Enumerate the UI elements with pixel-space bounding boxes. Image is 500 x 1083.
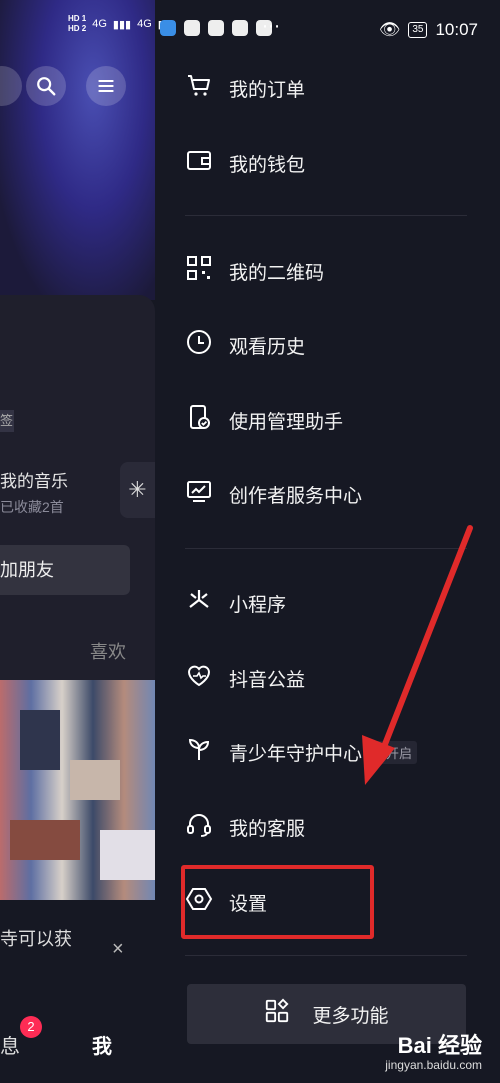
- heart-charity-icon: [185, 661, 213, 695]
- menu-item-customer-service[interactable]: 我的客服: [185, 802, 305, 852]
- status-right: 👁 35 10:07: [379, 20, 478, 40]
- phone-manager-icon: [185, 403, 213, 437]
- tab-messages[interactable]: 息: [0, 1030, 20, 1059]
- background-profile-page: 签 我的音乐 已收藏2首 ✳ 加朋友 喜欢 寺可以获 × 息 2 我: [0, 0, 155, 1083]
- more-notifications-icon: ⋯: [262, 16, 280, 36]
- menu-item-label: 我的订单: [229, 79, 306, 101]
- search-icon[interactable]: [26, 66, 66, 106]
- eye-icon: 👁: [378, 20, 401, 39]
- cart-icon: [185, 71, 213, 105]
- blurred-video-thumbnail[interactable]: [0, 680, 155, 900]
- app-icon: [184, 20, 200, 36]
- menu-item-label: 小程序: [229, 594, 287, 616]
- network2-label: 4G: [137, 18, 152, 30]
- menu-item-label: 我的客服: [229, 818, 306, 840]
- chat-app-icon: [208, 20, 224, 36]
- grid-icon: [264, 998, 290, 1030]
- signal-icon: ▮▮▮: [112, 18, 132, 31]
- menu-item-orders[interactable]: 我的订单: [185, 63, 305, 113]
- menu-icon[interactable]: [86, 66, 126, 106]
- menu-item-usage-manager[interactable]: 使用管理助手: [185, 395, 343, 445]
- tag-fragment: 签: [0, 410, 14, 432]
- headset-icon: [185, 810, 213, 844]
- miniprogram-icon: [185, 586, 213, 620]
- clock-icon: [185, 328, 213, 362]
- menu-item-charity[interactable]: 抖音公益: [185, 653, 305, 703]
- message-badge: 2: [20, 1016, 42, 1038]
- notification-icons: [160, 20, 272, 36]
- hint-fragment: 寺可以获: [0, 929, 72, 949]
- more-features-label: 更多功能: [312, 1005, 389, 1027]
- add-friend-button[interactable]: 加朋友: [0, 545, 130, 595]
- menu-item-label: 青少年守护中心: [229, 743, 363, 765]
- menu-item-label: 抖音公益: [229, 669, 306, 691]
- menu-item-creator-center[interactable]: 创作者服务中心: [185, 469, 362, 519]
- menu-item-history[interactable]: 观看历史: [185, 320, 305, 370]
- settings-highlight-box: [181, 865, 374, 939]
- menu-divider: [185, 955, 467, 956]
- clock-time: 10:07: [435, 20, 478, 39]
- creator-chart-icon: [185, 477, 213, 511]
- hd1-label: HD 1: [68, 14, 87, 23]
- youth-mode-status-badge: 已开启: [368, 740, 418, 764]
- menu-divider: [185, 215, 467, 216]
- sprout-icon: [185, 735, 213, 769]
- likes-tab[interactable]: 喜欢: [90, 638, 126, 664]
- close-icon[interactable]: ×: [112, 938, 124, 961]
- baidu-watermark-url: jingyan.baidu.com: [385, 1058, 482, 1072]
- qrcode-icon: [185, 254, 213, 288]
- app-icon: [232, 20, 248, 36]
- my-music-label[interactable]: 我的音乐: [0, 467, 68, 492]
- menu-item-miniprogram[interactable]: 小程序: [185, 578, 286, 628]
- menu-item-label: 观看历史: [229, 336, 306, 358]
- network1-label: 4G: [92, 18, 107, 30]
- menu-divider: [185, 548, 467, 549]
- menu-item-label: 我的二维码: [229, 262, 325, 284]
- baidu-watermark-logo: Bai 经验: [397, 1033, 482, 1058]
- menu-item-label: 创作者服务中心: [229, 485, 363, 507]
- menu-item-label: 我的钱包: [229, 154, 306, 176]
- menu-item-label: 使用管理助手: [229, 411, 344, 433]
- status-bar: HD 1 HD 2 4G ▮▮▮ 4G ▮▮▮ ⋯ 👁 35 10:07: [0, 0, 500, 64]
- menu-item-qrcode[interactable]: 我的二维码: [185, 246, 324, 296]
- music-count: 已收藏2首: [0, 499, 64, 515]
- shield-app-icon: [160, 20, 176, 36]
- menu-item-wallet[interactable]: 我的钱包: [185, 138, 305, 188]
- menu-item-youth-guard[interactable]: 青少年守护中心 已开启: [185, 727, 418, 777]
- miniprogram-shortcut-icon[interactable]: ✳: [120, 462, 155, 518]
- tab-me[interactable]: 我: [92, 1030, 112, 1059]
- wallet-icon: [185, 146, 213, 180]
- hd2-label: HD 2: [68, 24, 87, 33]
- hd-indicators: HD 1 HD 2: [68, 14, 86, 34]
- battery-level: 35: [408, 22, 428, 38]
